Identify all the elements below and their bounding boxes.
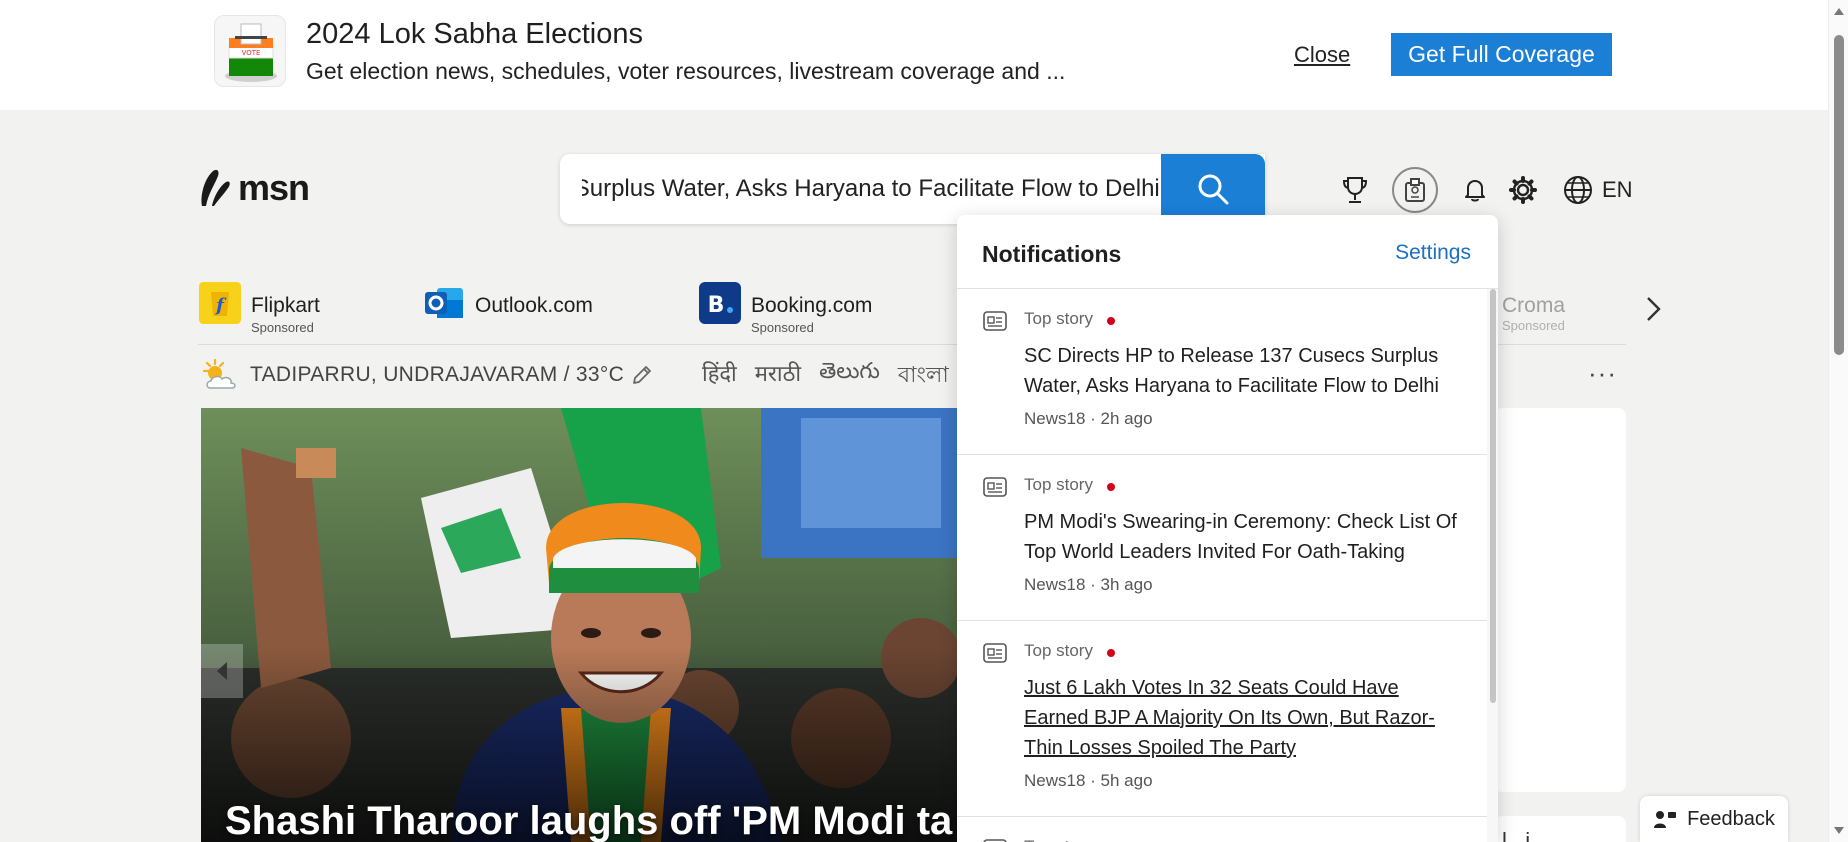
lang-link-hindi[interactable]: हिंदी (702, 358, 737, 395)
unread-dot (1107, 317, 1115, 325)
election-badge-button[interactable] (1392, 167, 1438, 213)
notification-headline[interactable]: SC Directs HP to Release 137 Cusecs Surp… (1024, 341, 1464, 401)
language-links: हिंदी मराठी తెలుగు বাংলা (702, 358, 949, 395)
notification-item[interactable]: Top story (957, 817, 1487, 842)
notification-meta: News18 · 2h ago (1024, 409, 1153, 428)
news-icon (983, 311, 1007, 331)
hero-prev-button[interactable] (201, 644, 243, 698)
banner-title: 2024 Lok Sabha Elections (306, 18, 643, 50)
quick-link-flipkart[interactable]: f Flipkart Sponsored (199, 282, 320, 335)
weather-location-temp: TADIPARRU, UNDRAJAVARAM / 33°C (250, 363, 625, 386)
notifications-header: Notifications Settings (957, 215, 1498, 289)
sponsored-label: Sponsored (1502, 318, 1565, 333)
notification-headline[interactable]: PM Modi's Swearing-in Ceremony: Check Li… (1024, 507, 1464, 567)
search-box[interactable] (560, 154, 1265, 224)
election-banner: VOTE 2024 Lok Sabha Elections Get electi… (0, 0, 1828, 110)
feedback-label: Feedback (1687, 807, 1775, 830)
feedback-button[interactable]: Feedback (1640, 796, 1788, 842)
notification-kind: Top story (1024, 309, 1093, 328)
language-selector[interactable]: EN (1562, 174, 1633, 206)
ballot-icon (1405, 178, 1425, 202)
weather-widget[interactable]: TADIPARRU, UNDRAJAVARAM / 33°C (200, 358, 654, 392)
unread-dot (1107, 483, 1115, 491)
search-button[interactable] (1161, 154, 1265, 224)
sponsored-label: Sponsored (251, 320, 314, 335)
bell-icon[interactable] (1459, 174, 1491, 206)
outlook-icon (425, 288, 463, 318)
quick-link-name: Flipkart (251, 294, 320, 317)
lang-link-bangla[interactable]: বাংলা (898, 358, 949, 395)
chevron-left-icon (217, 662, 227, 680)
lang-link-marathi[interactable]: मराठी (755, 358, 801, 395)
svg-text:VOTE: VOTE (242, 49, 261, 57)
notifications-title: Notifications (982, 241, 1122, 267)
msn-butterfly-icon (201, 169, 230, 206)
notification-kind: Top story (1024, 641, 1093, 660)
notification-kind: Top story (1024, 475, 1093, 494)
quick-link-name: Outlook.com (475, 294, 593, 317)
notifications-scroll-thumb[interactable] (1490, 289, 1496, 703)
partly-sunny-icon (202, 358, 236, 389)
scroll-up-icon[interactable] (1834, 8, 1844, 15)
notification-headline[interactable]: Just 6 Lakh Votes In 32 Seats Could Have… (1024, 673, 1464, 763)
booking-icon: B (699, 282, 741, 324)
search-input[interactable] (560, 154, 1160, 224)
notification-item[interactable]: Top story PM Modi's Swearing-in Ceremony… (957, 455, 1487, 621)
sponsored-label: Sponsored (751, 320, 814, 335)
page-scrollbar[interactable] (1828, 0, 1848, 842)
get-full-coverage-button[interactable]: Get Full Coverage (1391, 33, 1612, 76)
notifications-settings-link[interactable]: Settings (1395, 241, 1471, 265)
svg-text:B: B (708, 293, 725, 318)
more-options-icon[interactable]: ··· (1588, 358, 1617, 389)
lang-link-telugu[interactable]: తెలుగు (819, 358, 880, 395)
quick-link-outlook[interactable]: Outlook.com (423, 282, 593, 324)
news-icon (983, 643, 1007, 663)
notification-item[interactable]: Top story Just 6 Lakh Votes In 32 Seats … (957, 621, 1487, 817)
chevron-right-icon[interactable] (1640, 294, 1666, 324)
rewards-trophy-icon[interactable] (1339, 174, 1371, 206)
quick-link-name: Croma (1502, 294, 1566, 317)
news-icon (983, 477, 1007, 497)
msn-wordmark: msn (238, 167, 310, 208)
notifications-panel: Notifications Settings Top story SC Dire… (957, 215, 1498, 842)
globe-icon (1564, 176, 1592, 204)
search-icon (1198, 174, 1229, 205)
settings-gear-icon[interactable] (1507, 174, 1539, 206)
notifications-scrollbar[interactable] (1487, 289, 1498, 842)
quick-link-booking[interactable]: B Booking.com Sponsored (699, 282, 872, 335)
side-card-2: l...i (1494, 816, 1626, 842)
language-code: EN (1602, 177, 1633, 202)
msn-logo[interactable]: msn (198, 166, 310, 210)
scroll-thumb[interactable] (1834, 35, 1844, 355)
flipkart-icon: f (199, 282, 241, 324)
feedback-icon (1654, 811, 1677, 828)
quick-link-croma[interactable]: Croma Sponsored (1502, 294, 1565, 333)
notification-kind: Top story (1024, 837, 1093, 842)
notification-meta: News18 · 3h ago (1024, 575, 1153, 594)
side-card-partial-text: l...i (1502, 828, 1531, 842)
notification-meta: News18 · 5h ago (1024, 771, 1153, 790)
quick-link-name: Booking.com (751, 294, 873, 317)
notification-item[interactable]: Top story SC Directs HP to Release 137 C… (957, 289, 1487, 455)
unread-dot (1107, 649, 1115, 657)
banner-close-link[interactable]: Close (1294, 42, 1350, 68)
ballot-box-logo: VOTE (214, 15, 286, 87)
side-card (1494, 408, 1626, 792)
scroll-down-icon[interactable] (1834, 827, 1844, 834)
edit-pencil-icon[interactable] (630, 363, 654, 387)
hero-photo (201, 408, 961, 842)
banner-subtitle: Get election news, schedules, voter reso… (306, 58, 1066, 84)
hero-headline: Shashi Tharoor laughs off 'PM Modi ta (225, 799, 953, 842)
hero-story-card[interactable]: Shashi Tharoor laughs off 'PM Modi ta (201, 408, 961, 842)
